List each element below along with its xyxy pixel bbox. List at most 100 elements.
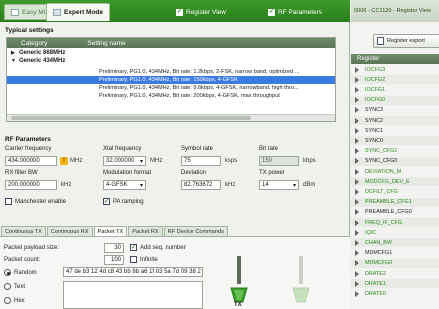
register-row[interactable]: SYNC3 bbox=[351, 106, 439, 115]
register-export-button[interactable]: Register export bbox=[373, 34, 439, 48]
expand-arrow-icon[interactable] bbox=[355, 199, 359, 206]
expand-arrow-icon[interactable] bbox=[355, 280, 359, 287]
tab-continuous-tx[interactable]: Continuous TX bbox=[1, 226, 46, 236]
tab-continuous-rx[interactable]: Continuous RX bbox=[46, 226, 93, 236]
register-row[interactable]: DRATE1 bbox=[351, 279, 439, 289]
expand-arrow-icon[interactable] bbox=[355, 137, 359, 144]
rf-parameters-checkbox[interactable] bbox=[268, 8, 275, 16]
register-row[interactable]: PREAMBLE_CFG1 bbox=[351, 197, 439, 207]
register-row[interactable]: MDMCFG0 bbox=[351, 258, 439, 268]
expand-arrow-icon[interactable] bbox=[355, 290, 359, 297]
expand-arrow-icon[interactable] bbox=[355, 97, 359, 104]
tab-expert-mode[interactable]: Expert Mode bbox=[46, 3, 111, 21]
expand-arrow-icon[interactable] bbox=[355, 188, 359, 195]
register-row[interactable]: SYNC_CFG1 bbox=[351, 147, 439, 156]
register-view-toggle[interactable]: Register View bbox=[170, 4, 232, 20]
expand-arrow-icon[interactable] bbox=[355, 260, 359, 267]
packet-count-input[interactable]: 100 bbox=[104, 255, 124, 265]
infinite-toggle[interactable]: Infinite bbox=[130, 256, 158, 263]
expand-arrow-icon[interactable]: ▶ bbox=[11, 50, 19, 56]
random-radio[interactable] bbox=[4, 269, 11, 276]
setting-item[interactable]: Preliminary, PG1.0, 434MHz, Bit rate: 20… bbox=[7, 92, 335, 100]
expand-arrow-icon[interactable] bbox=[355, 168, 359, 175]
text-option[interactable]: Text bbox=[4, 283, 25, 290]
register-row[interactable]: SYNC2 bbox=[351, 116, 439, 125]
register-row[interactable]: DRATE2 bbox=[351, 269, 439, 278]
tx-start-button[interactable] bbox=[228, 256, 250, 306]
hex-radio[interactable] bbox=[4, 297, 11, 304]
scrollbar-thumb[interactable] bbox=[11, 116, 251, 120]
register-name: SYNC0 bbox=[365, 137, 383, 144]
manchester-enable-toggle[interactable]: Manchester enable bbox=[5, 198, 66, 205]
payload-textarea[interactable] bbox=[63, 281, 203, 309]
register-row[interactable]: FREQ_IF_CFG bbox=[351, 218, 439, 227]
register-row[interactable]: DRATE0 bbox=[351, 289, 439, 298]
rx-button-disabled[interactable] bbox=[290, 256, 312, 306]
rf-parameters-toggle[interactable]: RF Parameters bbox=[262, 4, 328, 20]
setting-item[interactable]: Preliminary, PG1.0, 434MHz, Bit rate: 9.… bbox=[7, 84, 335, 92]
expand-arrow-icon[interactable] bbox=[355, 209, 359, 216]
register-row[interactable]: IOCFG3 bbox=[351, 65, 439, 74]
pa-ramping-toggle[interactable]: PA ramping bbox=[103, 198, 144, 205]
register-row[interactable]: PREAMBLE_CFG0 bbox=[351, 208, 439, 217]
expand-arrow-icon[interactable] bbox=[355, 158, 359, 165]
setting-item-selected[interactable]: Preliminary, PG1.0, 434MHz, Bit rate: 15… bbox=[7, 76, 335, 84]
text-radio[interactable] bbox=[4, 283, 11, 290]
expand-arrow-icon[interactable] bbox=[355, 178, 359, 185]
tx-power-value: 14 bbox=[262, 182, 269, 188]
random-option[interactable]: Random bbox=[4, 269, 37, 276]
category-434mhz[interactable]: ▼ Generic 434MHz bbox=[7, 57, 335, 65]
typical-settings-tree[interactable]: Category Setting name ▶ Generic 868MHz ▼… bbox=[6, 37, 336, 122]
hex-option[interactable]: Hex bbox=[4, 297, 25, 304]
register-row[interactable]: IOCFG0 bbox=[351, 95, 439, 105]
expand-arrow-icon[interactable] bbox=[355, 229, 359, 236]
carrier-frequency-input[interactable]: 434.000000 bbox=[5, 156, 57, 166]
register-row[interactable]: IOCFG2 bbox=[351, 75, 439, 85]
add-seq-checkbox[interactable] bbox=[130, 244, 137, 251]
register-row[interactable]: MDMCFG1 bbox=[351, 249, 439, 258]
register-view-checkbox[interactable] bbox=[176, 8, 183, 16]
xtal-frequency-dropdown[interactable]: 32.000000 ▾ bbox=[103, 156, 146, 166]
setting-item[interactable]: Preliminary, PG1.0, 434MHz, Bit rate: 1.… bbox=[7, 68, 335, 76]
register-row[interactable]: DCFILT_CFG bbox=[351, 187, 439, 196]
random-payload-field[interactable]: 47 de b3 12 4d c8 43 bb 8b a6 1f 03 5a 7… bbox=[63, 267, 203, 277]
expand-arrow-icon[interactable] bbox=[355, 76, 359, 83]
rf-parameters-title: RF Parameters bbox=[5, 136, 51, 143]
register-row[interactable]: SYNC_CFG0 bbox=[351, 156, 439, 166]
expand-arrow-icon[interactable] bbox=[355, 66, 359, 73]
register-row[interactable]: SYNC1 bbox=[351, 126, 439, 135]
expand-arrow-icon[interactable] bbox=[355, 107, 359, 114]
expand-arrow-icon[interactable] bbox=[355, 250, 359, 257]
expand-arrow-icon[interactable] bbox=[355, 270, 359, 277]
manchester-checkbox[interactable] bbox=[5, 198, 12, 205]
register-row[interactable]: IQIC bbox=[351, 228, 439, 237]
add-seq-number-toggle[interactable]: Add seq. number bbox=[130, 244, 186, 251]
pa-ramping-checkbox[interactable] bbox=[103, 198, 110, 205]
tab-rf-device-commands[interactable]: RF Device Commands bbox=[163, 226, 228, 236]
register-row[interactable]: CHAN_BW bbox=[351, 238, 439, 248]
register-name: IOCFG3 bbox=[365, 66, 386, 73]
tx-power-dropdown[interactable]: 14 ▾ bbox=[259, 180, 299, 190]
register-row[interactable]: MODCFG_DEV_E bbox=[351, 177, 439, 187]
infinite-checkbox[interactable] bbox=[130, 256, 137, 263]
rx-filter-input[interactable]: 200.000000 bbox=[5, 180, 57, 190]
category-label: Generic 434MHz bbox=[19, 58, 66, 64]
tab-packet-tx[interactable]: Packet TX bbox=[93, 226, 128, 236]
payload-size-input[interactable]: 30 bbox=[104, 243, 124, 253]
collapse-arrow-icon[interactable]: ▼ bbox=[11, 58, 19, 64]
symbol-rate-input[interactable]: 75 bbox=[181, 156, 221, 166]
expand-arrow-icon[interactable] bbox=[355, 219, 359, 226]
tab-packet-rx[interactable]: Packet RX bbox=[128, 226, 163, 236]
expand-arrow-icon[interactable] bbox=[355, 127, 359, 134]
horizontal-scrollbar[interactable] bbox=[7, 114, 335, 121]
modulation-dropdown[interactable]: 4-GFSK ▾ bbox=[103, 180, 146, 190]
category-868mhz[interactable]: ▶ Generic 868MHz bbox=[7, 49, 335, 57]
expand-arrow-icon[interactable] bbox=[355, 86, 359, 93]
deviation-input[interactable]: 82.763672 bbox=[181, 180, 221, 190]
expand-arrow-icon[interactable] bbox=[355, 239, 359, 246]
register-row[interactable]: SYNC0 bbox=[351, 136, 439, 146]
expand-arrow-icon[interactable] bbox=[355, 148, 359, 155]
register-row[interactable]: DEVIATION_M bbox=[351, 167, 439, 176]
register-row[interactable]: IOCFG1 bbox=[351, 85, 439, 94]
expand-arrow-icon[interactable] bbox=[355, 117, 359, 124]
